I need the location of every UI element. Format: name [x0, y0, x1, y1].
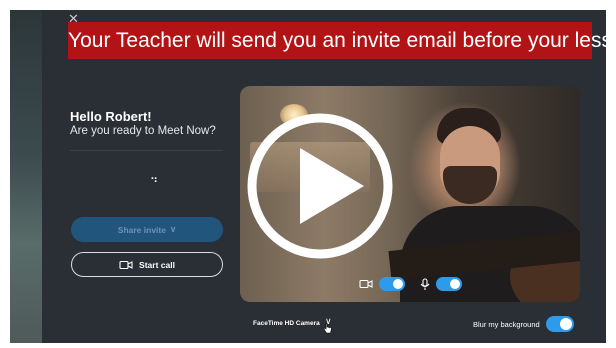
microphone-icon	[420, 277, 430, 290]
share-invite-label: Share invite	[117, 224, 166, 235]
blur-background-toggle[interactable]	[546, 316, 574, 332]
hand-cursor-icon	[323, 323, 332, 334]
play-icon[interactable]	[240, 86, 580, 302]
camera-control[interactable]	[359, 277, 405, 291]
video-camera-icon	[119, 260, 133, 269]
greeting-title: Hello Robert!	[70, 109, 152, 124]
loading-spinner-icon: ⠙	[150, 177, 159, 189]
video-camera-icon	[359, 279, 373, 289]
share-invite-button[interactable]: Share invite ∨	[71, 217, 223, 242]
start-call-label: Start call	[139, 259, 175, 270]
microphone-toggle[interactable]	[436, 277, 462, 291]
camera-select[interactable]: FaceTime HD Camera	[253, 320, 320, 327]
greeting-subtitle: Are you ready to Meet Now?	[70, 125, 216, 137]
microphone-control[interactable]	[420, 277, 462, 291]
camera-toggle[interactable]	[379, 277, 405, 291]
video-preview[interactable]	[240, 86, 580, 302]
start-call-button[interactable]: Start call	[71, 252, 223, 277]
blur-background-label: Blur my background	[473, 320, 540, 329]
meeting-window: ✕ Your Teacher will send you an invite e…	[10, 10, 606, 343]
invite-banner: Your Teacher will send you an invite ema…	[68, 22, 606, 59]
camera-select-label: FaceTime HD Camera	[253, 320, 320, 327]
background-strip	[10, 10, 42, 343]
chevron-down-icon: ∨	[169, 224, 177, 234]
divider	[70, 150, 223, 151]
